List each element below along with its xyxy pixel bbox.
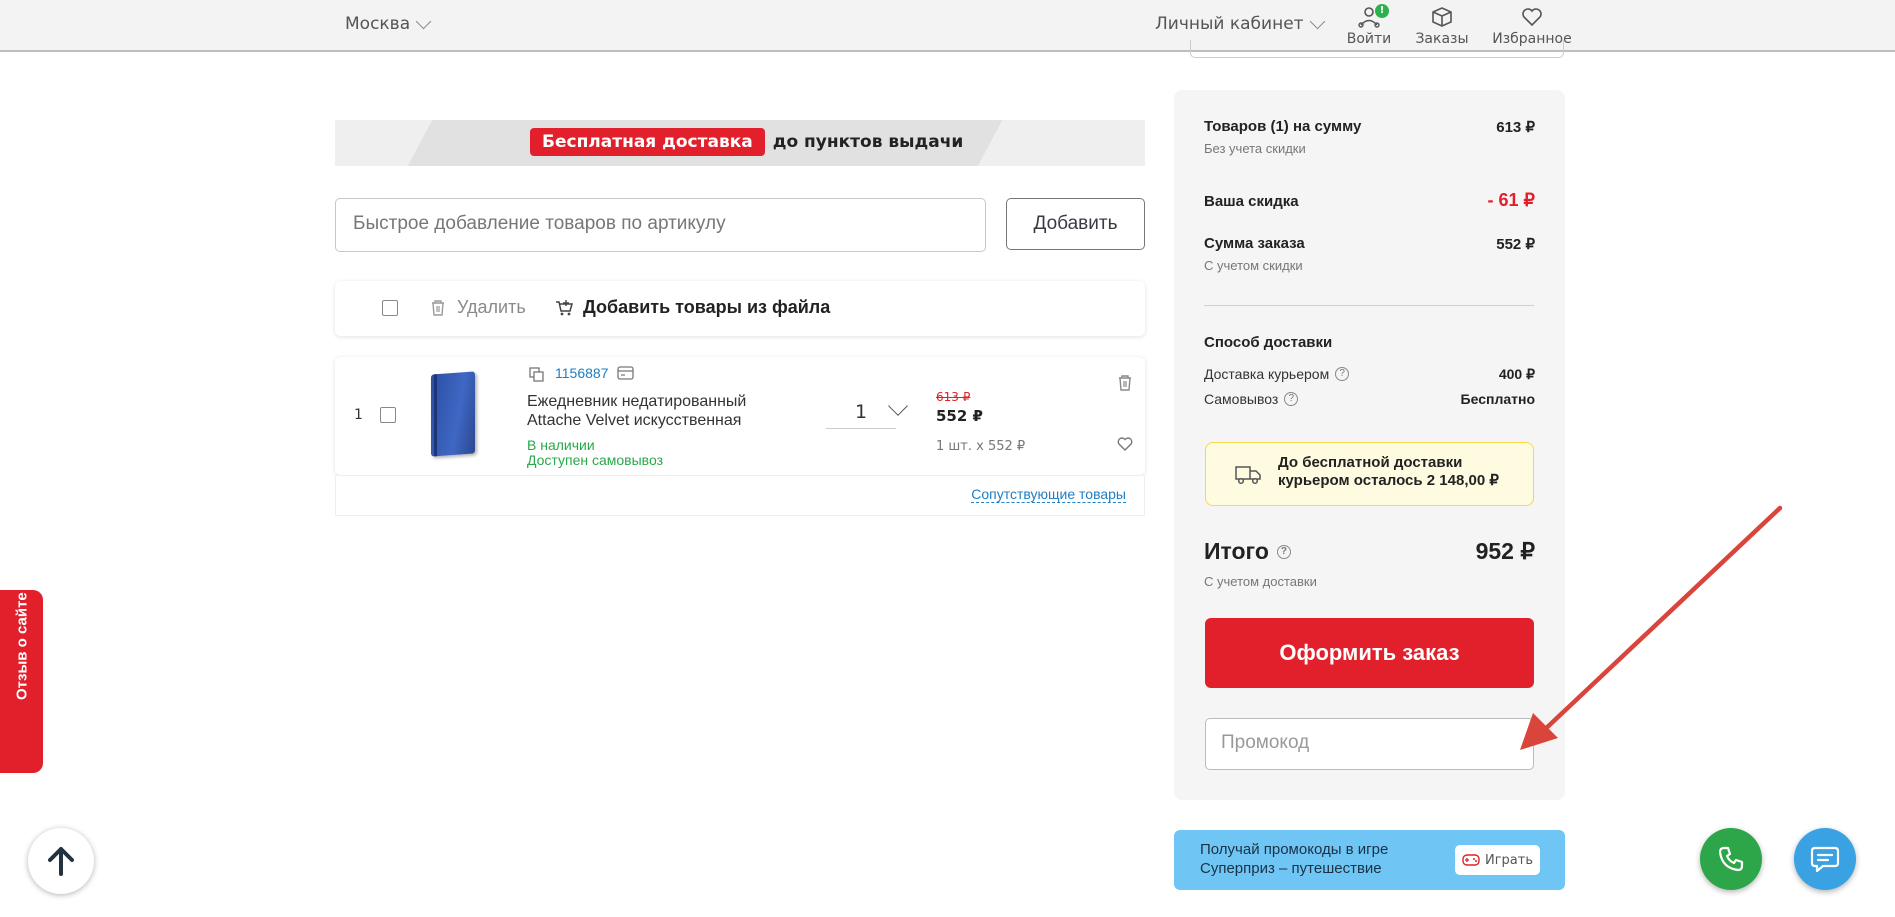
- goods-value: 613 ₽: [1496, 119, 1535, 136]
- checkout-button[interactable]: Оформить заказ: [1205, 618, 1534, 688]
- product-title[interactable]: Ежедневник недатированный Attache Velvet…: [527, 392, 797, 430]
- goods-sub: Без учета скидки: [1204, 141, 1306, 156]
- promo-placeholder: Промокод: [1221, 732, 1310, 753]
- delivery-title: Способ доставки: [1204, 334, 1333, 351]
- courier-label: Доставка курьером: [1204, 366, 1330, 382]
- add-sku-button[interactable]: Добавить: [1006, 198, 1145, 250]
- quantity-select[interactable]: 1: [826, 401, 896, 429]
- heart-icon: [1522, 8, 1542, 27]
- heart-icon[interactable]: [1116, 436, 1134, 452]
- account-label: Личный кабинет: [1155, 14, 1304, 34]
- total-sub: С учетом доставки: [1204, 574, 1317, 589]
- sku-input-placeholder: Быстрое добавление товаров по артикулу: [353, 213, 726, 234]
- order-sum-value: 552 ₽: [1496, 236, 1535, 253]
- pickup-status: Доступен самовывоз: [527, 452, 664, 468]
- trash-icon[interactable]: [1117, 374, 1133, 392]
- trash-icon[interactable]: [430, 299, 446, 317]
- item-checkbox[interactable]: [380, 407, 396, 423]
- sku-quick-add-input[interactable]: Быстрое добавление товаров по артикулу: [335, 198, 986, 252]
- pickup-value: Бесплатно: [1460, 391, 1535, 407]
- old-price: 613 ₽: [936, 390, 971, 404]
- scroll-top-button[interactable]: [28, 828, 94, 894]
- cart-add-icon: [556, 300, 573, 316]
- order-sum-label: Сумма заказа: [1204, 235, 1305, 252]
- order-summary-panel: Товаров (1) на сумму Без учета скидки 61…: [1174, 90, 1565, 800]
- item-index: 1: [354, 407, 363, 423]
- related-products-link[interactable]: Сопутствующие товары: [971, 486, 1126, 503]
- gamepad-icon: [1462, 854, 1480, 866]
- current-price: 552 ₽: [936, 407, 983, 425]
- city-label: Москва: [345, 14, 411, 34]
- total-value: 952 ₽: [1475, 538, 1535, 564]
- chat-button[interactable]: [1794, 828, 1856, 890]
- free-delivery-banner[interactable]: Бесплатная доставка до пунктов выдачи: [335, 120, 1145, 166]
- order-sum-sub: С учетом скидки: [1204, 258, 1303, 273]
- stock-status: В наличии: [527, 437, 595, 453]
- site-review-tab[interactable]: Отзыв о сайте: [0, 590, 43, 773]
- product-sku[interactable]: 1156887: [555, 365, 608, 381]
- login-badge: !: [1375, 4, 1389, 18]
- question-icon[interactable]: ?: [1284, 392, 1299, 406]
- top-header: Москва Личный кабинет ! Войти Заказы Изб…: [0, 0, 1895, 52]
- chevron-down-icon: [415, 13, 432, 29]
- add-from-file-button[interactable]: Добавить товары из файла: [583, 297, 830, 318]
- site-review-label: Отзыв о сайте: [13, 592, 31, 700]
- phone-icon: [1718, 846, 1744, 872]
- banner-text: до пунктов выдачи: [772, 132, 964, 152]
- delete-selected-button[interactable]: Удалить: [457, 297, 526, 318]
- select-all-checkbox[interactable]: [382, 300, 398, 316]
- question-icon[interactable]: ?: [1276, 544, 1291, 559]
- copy-icon[interactable]: [529, 367, 545, 383]
- related-products-row: Сопутствующие товары: [335, 476, 1145, 516]
- play-button[interactable]: Играть: [1455, 845, 1540, 875]
- courier-value: 400 ₽: [1498, 366, 1535, 382]
- summary-divider: [1204, 305, 1534, 306]
- question-icon[interactable]: ?: [1335, 367, 1350, 381]
- card-icon: [617, 366, 634, 380]
- free-delivery-note: До бесплатной доставки курьером осталось…: [1205, 442, 1534, 506]
- cart-item: 1 1156887 Ежедневник недатированный Atta…: [335, 357, 1145, 475]
- free-delivery-text: До бесплатной доставки курьером осталось…: [1278, 454, 1499, 489]
- truck-icon: [1235, 466, 1261, 485]
- product-image[interactable]: [431, 371, 475, 457]
- goods-label: Товаров (1) на сумму: [1204, 118, 1362, 135]
- chat-icon: [1810, 846, 1840, 873]
- play-label: Играть: [1484, 852, 1533, 868]
- pickup-label: Самовывоз: [1204, 391, 1279, 407]
- promo-code-input[interactable]: Промокод: [1205, 718, 1534, 770]
- discount-label: Ваша скидка: [1204, 193, 1299, 210]
- chevron-down-icon: [1309, 13, 1325, 29]
- discount-value: - 61 ₽: [1487, 190, 1535, 210]
- sticky-panel-edge: [1190, 40, 1564, 58]
- city-selector[interactable]: Москва: [345, 13, 432, 34]
- arrow-up-icon: [48, 847, 74, 876]
- box-icon: [1432, 7, 1452, 27]
- account-menu[interactable]: Личный кабинет: [1155, 13, 1325, 34]
- cart-toolbar: Удалить Добавить товары из файла: [335, 281, 1145, 336]
- unit-price: 1 шт. х 552 ₽: [936, 439, 1026, 454]
- game-text-line2: Суперприз – путешествие: [1200, 860, 1382, 877]
- call-button[interactable]: [1700, 828, 1762, 890]
- banner-tag: Бесплатная доставка: [530, 128, 765, 156]
- total-label: Итого: [1204, 538, 1269, 564]
- promo-game-banner[interactable]: Получай промокоды в игре Суперприз – пут…: [1174, 830, 1565, 890]
- game-text-line1: Получай промокоды в игре: [1200, 841, 1389, 858]
